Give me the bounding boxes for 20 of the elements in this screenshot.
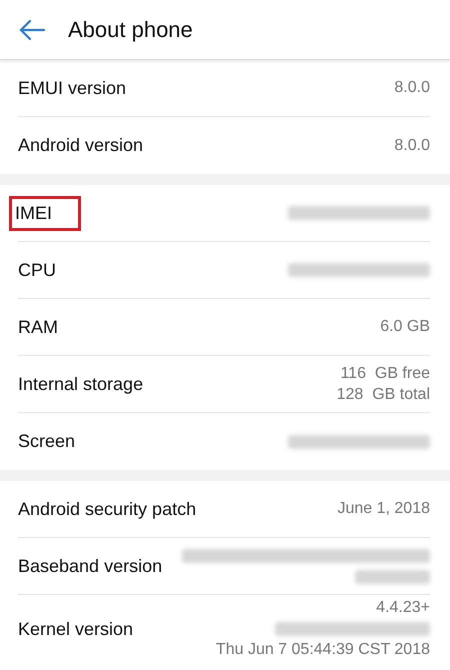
- setting-label: CPU: [18, 260, 56, 280]
- setting-label: RAM: [18, 316, 58, 338]
- setting-label: IMEI: [12, 198, 78, 228]
- screen-title: About phone: [68, 16, 193, 42]
- setting-label: Kernel version: [18, 618, 134, 640]
- setting-value: June 1, 2018: [337, 499, 430, 519]
- setting-label: Android version: [18, 135, 144, 156]
- setting-label: Internal storage: [18, 374, 144, 394]
- setting-value: 116 GB free: [340, 364, 430, 384]
- setting-label: Baseband version: [18, 556, 162, 576]
- setting-label: EMUI version: [18, 78, 126, 98]
- setting-label: Screen: [18, 431, 76, 452]
- setting-value: Thu Jun 7 05:44:39 CST 2018: [216, 640, 430, 660]
- setting-value: 8.0.0: [394, 136, 430, 156]
- setting-value: 4.4.23+: [376, 598, 430, 618]
- setting-label: Android security patch: [18, 498, 196, 520]
- setting-value: 6.0 GB: [380, 317, 430, 337]
- setting-value: 128 GB total: [336, 384, 430, 404]
- back-icon[interactable]: [18, 18, 46, 40]
- setting-value: 8.0.0: [394, 78, 430, 98]
